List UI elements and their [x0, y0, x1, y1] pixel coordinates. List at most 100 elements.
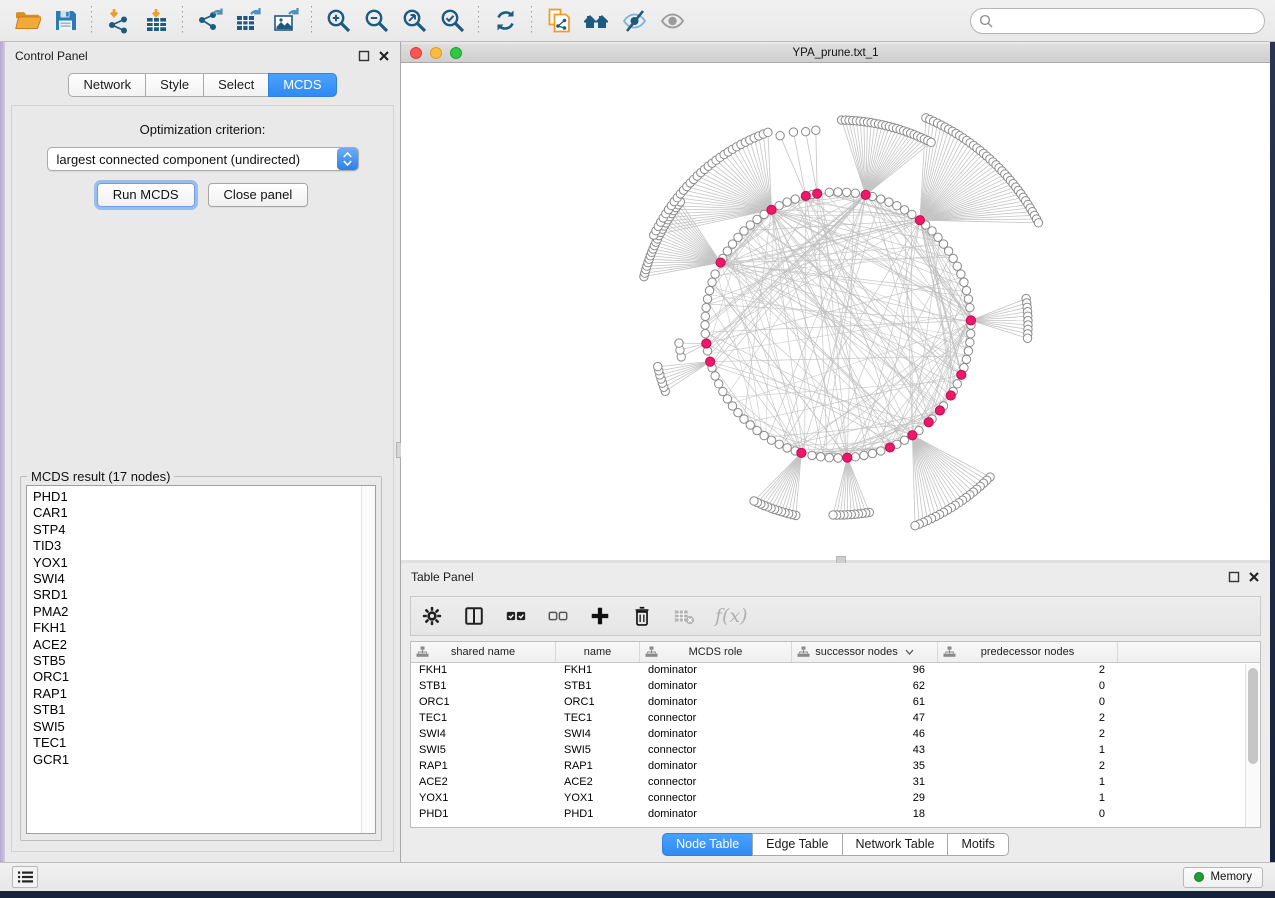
leaf-node[interactable] [789, 128, 797, 136]
table-row[interactable]: STB1STB1dominator620 [411, 679, 1260, 695]
column-header-shared-name[interactable]: shared name [411, 642, 556, 662]
mcds-hub-node[interactable] [702, 339, 711, 348]
optimization-criterion-dropdown[interactable]: largest connected component (undirected) [47, 147, 359, 171]
mcds-hub-node[interactable] [924, 418, 933, 427]
float-panel-icon[interactable] [358, 50, 370, 62]
zoom-selected-button[interactable] [435, 5, 469, 37]
mcds-result-item[interactable]: SWI4 [33, 571, 369, 587]
column-header-predecessor-nodes[interactable]: predecessor nodes [938, 642, 1118, 662]
hide-selected-button[interactable] [617, 5, 651, 37]
ring-node[interactable] [851, 189, 859, 197]
ring-node[interactable] [877, 195, 885, 203]
column-header-successor-nodes[interactable]: successor nodes [792, 642, 938, 662]
mcds-hub-node[interactable] [801, 191, 810, 200]
table-row[interactable]: FKH1FKH1dominator962 [411, 663, 1260, 679]
leaf-node[interactable] [1034, 219, 1042, 227]
apply-layout-button[interactable] [488, 5, 522, 37]
ring-node[interactable] [877, 447, 885, 455]
mcds-hub-node[interactable] [966, 316, 975, 325]
ring-node[interactable] [953, 380, 961, 388]
mcds-hub-node[interactable] [957, 370, 966, 379]
save-session-button[interactable] [48, 5, 82, 37]
ring-node[interactable] [964, 295, 972, 303]
export-image-button[interactable] [268, 5, 302, 37]
ring-node[interactable] [825, 454, 833, 462]
mcds-hub-node[interactable] [885, 443, 894, 452]
table-row[interactable]: SWI5SWI5connector431 [411, 743, 1260, 759]
ring-node[interactable] [900, 206, 908, 214]
ring-node[interactable] [885, 198, 893, 206]
ring-node[interactable] [851, 453, 859, 461]
leaf-node[interactable] [750, 497, 758, 505]
ring-node[interactable] [702, 303, 710, 311]
mcds-result-item[interactable]: YOX1 [33, 555, 369, 571]
ring-node[interactable] [701, 312, 709, 320]
leaf-node[interactable] [675, 339, 683, 347]
ring-node[interactable] [703, 295, 711, 303]
zoom-out-button[interactable] [359, 5, 393, 37]
mcds-hub-node[interactable] [716, 258, 725, 267]
mcds-hub-node[interactable] [797, 448, 806, 457]
column-selector-button[interactable] [463, 604, 485, 628]
memory-button[interactable]: Memory [1183, 867, 1263, 888]
mcds-list-scrollbar[interactable] [361, 486, 375, 833]
zoom-fit-button[interactable] [397, 5, 431, 37]
ring-node[interactable] [783, 198, 791, 206]
first-neighbors-button[interactable] [579, 5, 613, 37]
show-all-button[interactable] [655, 5, 689, 37]
ring-node[interactable] [966, 303, 974, 311]
tab-network-table[interactable]: Network Table [842, 833, 949, 856]
ring-node[interactable] [715, 380, 723, 388]
ring-node[interactable] [701, 321, 709, 329]
ring-node[interactable] [723, 395, 731, 403]
table-row[interactable]: YOX1YOX1connector291 [411, 791, 1260, 807]
ring-node[interactable] [708, 278, 716, 286]
tab-select[interactable]: Select [203, 73, 269, 97]
import-table-button[interactable] [139, 5, 173, 37]
mcds-hub-node[interactable] [813, 189, 822, 198]
ring-node[interactable] [775, 440, 783, 448]
ring-node[interactable] [962, 355, 970, 363]
ring-node[interactable] [893, 202, 901, 210]
table-scrollbar[interactable] [1245, 664, 1260, 827]
leaf-node[interactable] [764, 128, 772, 136]
column-header-name[interactable]: name [556, 642, 640, 662]
import-network-button[interactable] [101, 5, 135, 37]
table-row[interactable]: SWI4SWI4dominator462 [411, 727, 1260, 743]
run-mcds-button[interactable]: Run MCDS [97, 183, 195, 207]
mcds-result-item[interactable]: RAP1 [33, 686, 369, 702]
add-column-button[interactable] [589, 604, 611, 628]
mcds-result-item[interactable]: PHD1 [33, 489, 369, 505]
select-all-rows-button[interactable] [505, 604, 527, 628]
search-input[interactable] [970, 8, 1265, 34]
ring-node[interactable] [783, 444, 791, 452]
export-network-button[interactable] [192, 5, 226, 37]
ring-node[interactable] [860, 451, 868, 459]
mcds-result-item[interactable]: TID3 [33, 538, 369, 554]
ring-node[interactable] [967, 329, 975, 337]
ring-node[interactable] [711, 270, 719, 278]
mcds-hub-node[interactable] [946, 391, 955, 400]
mcds-result-item[interactable]: STB5 [33, 653, 369, 669]
tab-network[interactable]: Network [68, 73, 146, 97]
ring-node[interactable] [966, 338, 974, 346]
leaf-node[interactable] [812, 126, 820, 134]
mcds-result-item[interactable]: CAR1 [33, 505, 369, 521]
mcds-hub-node[interactable] [908, 431, 917, 440]
network-view-canvas[interactable] [401, 63, 1270, 560]
tab-edge-table[interactable]: Edge Table [752, 833, 842, 856]
tab-node-table[interactable]: Node Table [662, 833, 753, 856]
ring-node[interactable] [900, 436, 908, 444]
ring-node[interactable] [908, 210, 916, 218]
mcds-result-item[interactable]: ACE2 [33, 637, 369, 653]
ring-node[interactable] [808, 451, 816, 459]
network-window-titlebar[interactable]: YPA_prune.txt_1 [401, 44, 1270, 63]
ring-node[interactable] [964, 347, 972, 355]
leaf-node[interactable] [654, 362, 662, 370]
ring-node[interactable] [791, 195, 799, 203]
automation-panel-button[interactable] [12, 866, 38, 888]
new-network-from-selection-button[interactable] [541, 5, 575, 37]
close-panel-icon[interactable] [378, 50, 390, 62]
open-file-button[interactable] [10, 5, 44, 37]
mcds-hub-node[interactable] [767, 205, 776, 214]
